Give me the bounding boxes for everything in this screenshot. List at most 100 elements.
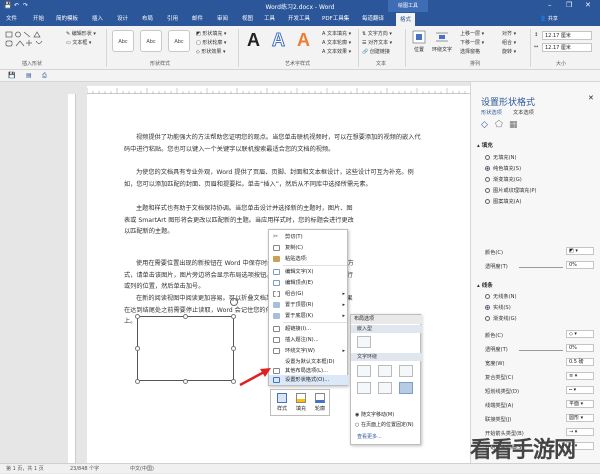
pane-tab-text-options[interactable]: 文本选项 (513, 109, 534, 116)
fill-line-icon[interactable]: ◇ (481, 120, 488, 130)
resize-handle[interactable] (183, 379, 188, 384)
wordart-style-1[interactable]: A (247, 30, 260, 51)
paragraph-1[interactable]: 视频提供了功能强大的方法帮助您证明您的观点。当您单击联机视频时，可以在想要添加的… (124, 132, 424, 167)
shape-style-3[interactable]: Abc (168, 30, 190, 52)
shape-outline-button[interactable]: ▢ 形状轮廓 ▾ (196, 39, 226, 46)
menu-item-send-to-back[interactable]: 置于底层(K) ▸ (269, 311, 349, 321)
menu-item-edit-text[interactable]: 编辑文字(X) (269, 267, 349, 277)
align-button[interactable]: 对齐 ▾ (502, 30, 516, 37)
menu-item-group[interactable]: 组合(G) ▸ (269, 289, 349, 299)
shape-effects-button[interactable]: ◇ 形状效果 ▾ (196, 48, 226, 55)
tab-layout[interactable]: 布局 (142, 14, 153, 22)
tab-insert[interactable]: 插入 (92, 14, 103, 22)
pane-close-icon[interactable]: ✕ (588, 94, 594, 102)
selected-rectangle-shape[interactable] (137, 316, 234, 381)
through-wrap-icon[interactable] (399, 365, 413, 377)
menu-item-format-shape[interactable]: 设置形状格式(O)... (269, 375, 349, 385)
mini-fill-button[interactable]: 填充 (292, 392, 310, 415)
text-outline-button[interactable]: A 文本轮廓 ▾ (322, 39, 351, 46)
fill-solid-radio[interactable]: 纯色填充(S) (485, 165, 521, 172)
selection-pane-button[interactable]: 选择窗格 (460, 48, 480, 55)
resize-handle[interactable] (135, 379, 140, 384)
resize-handle[interactable] (231, 379, 236, 384)
text-effects-button[interactable]: A 文本效果 ▾ (322, 48, 351, 55)
tab-tools[interactable]: 工具 (264, 14, 275, 22)
layout-props-icon[interactable]: ▦ (509, 120, 518, 130)
print-icon[interactable]: ⎙ (42, 72, 47, 80)
inline-layout-icon[interactable] (357, 336, 371, 348)
vertical-ruler[interactable] (68, 94, 76, 463)
fill-pattern-radio[interactable]: 图案填充(A) (485, 198, 521, 205)
resize-handle[interactable] (135, 346, 140, 351)
shape-style-2[interactable]: Abc (140, 30, 162, 52)
fill-picture-radio[interactable]: 图片或纹理填充(P) (485, 187, 537, 194)
user-icon[interactable]: 👤 共享 (540, 15, 558, 22)
tab-pdf[interactable]: PDF工具集 (322, 14, 349, 22)
resize-handle[interactable] (231, 314, 236, 319)
see-more-link[interactable]: 查看更多... (357, 433, 382, 440)
tight-wrap-icon[interactable] (378, 365, 392, 377)
tab-file[interactable]: 文件 (6, 14, 17, 22)
resize-handle[interactable] (183, 314, 188, 319)
in-front-of-text-icon[interactable] (399, 382, 413, 394)
text-direction-button[interactable]: ⇅ 文字方向 ▾ (362, 30, 392, 37)
tab-format[interactable]: 格式 (396, 13, 416, 26)
join-type-select[interactable]: 圆形 ▾ (566, 414, 594, 422)
menu-item-bring-to-front[interactable]: 置于顶层(R) ▸ (269, 300, 349, 310)
wordart-style-2[interactable]: A (272, 30, 286, 51)
paragraph-2[interactable]: 为使您的文档具有专业外观，Word 提供了页眉、页脚、封面和文本框设计，这些设计… (124, 167, 424, 202)
resize-handle[interactable] (135, 314, 140, 319)
wrap-text-button[interactable]: 环绕文字 (430, 30, 454, 56)
menu-item-edit-points[interactable]: 编辑顶点(E) (269, 278, 349, 288)
position-button[interactable]: 位置 (410, 30, 428, 56)
save-quick-icon[interactable]: 💾 (8, 72, 15, 79)
line-color-picker[interactable]: ◇ ▾ (566, 330, 594, 338)
line-transparency-slider[interactable] (519, 350, 563, 351)
fill-none-radio[interactable]: 无填充(N) (485, 154, 517, 161)
move-with-text-radio[interactable]: ◉ 随文字移动(M) (355, 411, 394, 418)
close-icon[interactable]: ✕ (585, 1, 591, 9)
insert-shapes-gallery[interactable] (4, 30, 62, 52)
line-none-radio[interactable]: 无线条(N) (485, 293, 517, 300)
edit-shape-button[interactable]: ✎ 编辑形状 ▾ (66, 30, 96, 37)
rotate-handle-icon[interactable] (228, 296, 240, 308)
tab-translate[interactable]: 每道翻译 (362, 14, 384, 22)
line-solid-radio[interactable]: 实线(S) (485, 304, 511, 311)
create-link-button[interactable]: 🔗 创建链接 (362, 48, 390, 55)
tab-view[interactable]: 视图 (242, 14, 253, 22)
compound-type-select[interactable]: ≡ ▾ (566, 372, 594, 380)
menu-item-insert-caption[interactable]: 插入题注(N)... (269, 335, 349, 345)
fill-transparency-slider[interactable] (519, 267, 563, 268)
fill-gradient-radio[interactable]: 渐变填充(G) (485, 176, 522, 183)
horizontal-ruler[interactable] (86, 86, 470, 94)
tab-review[interactable]: 审阅 (217, 14, 228, 22)
dash-type-select[interactable]: ┅ ▾ (566, 386, 594, 394)
behind-text-icon[interactable] (378, 382, 392, 394)
new-doc-icon[interactable]: ▤ (26, 72, 32, 79)
send-backward-button[interactable]: 下移一层 ▾ (460, 39, 484, 46)
menu-item-paste-options[interactable]: 粘贴选项: (269, 254, 349, 264)
cap-type-select[interactable]: 平面 ▾ (566, 400, 594, 408)
menu-item-wrap-text[interactable]: 环绕文字(W) ▸ (269, 346, 349, 356)
text-fill-button[interactable]: A 文本填充 ▾ (322, 30, 351, 37)
tab-references[interactable]: 引用 (167, 14, 178, 22)
pane-tab-shape-options[interactable]: 形状选项 (481, 109, 502, 116)
rotate-button[interactable]: 旋转 ▾ (502, 48, 516, 55)
minimize-icon[interactable]: – (548, 1, 552, 9)
menu-item-copy[interactable]: 复制(C) (269, 243, 349, 253)
align-text-button[interactable]: ☰ 对齐文本 ▾ (362, 39, 392, 46)
effects-icon[interactable]: ⬠ (495, 120, 503, 130)
tab-mailings[interactable]: 邮件 (192, 14, 203, 22)
square-wrap-icon[interactable] (357, 365, 371, 377)
tab-design[interactable]: 设计 (117, 14, 128, 22)
shape-width-input[interactable]: 12.17 厘米 (542, 43, 592, 52)
tab-home[interactable]: 开始 (33, 14, 44, 22)
tab-developer[interactable]: 开发工具 (288, 14, 310, 22)
group-button[interactable]: 组合 ▾ (502, 39, 516, 46)
top-bottom-wrap-icon[interactable] (357, 382, 371, 394)
textbox-button[interactable]: ▭ 文本框 ▾ (66, 39, 91, 46)
resize-handle[interactable] (231, 346, 236, 351)
line-gradient-radio[interactable]: 渐变线(G) (485, 315, 517, 322)
fill-section-header[interactable]: ▴ 填充 (477, 141, 493, 149)
line-transparency-input[interactable]: 0% (566, 344, 594, 352)
